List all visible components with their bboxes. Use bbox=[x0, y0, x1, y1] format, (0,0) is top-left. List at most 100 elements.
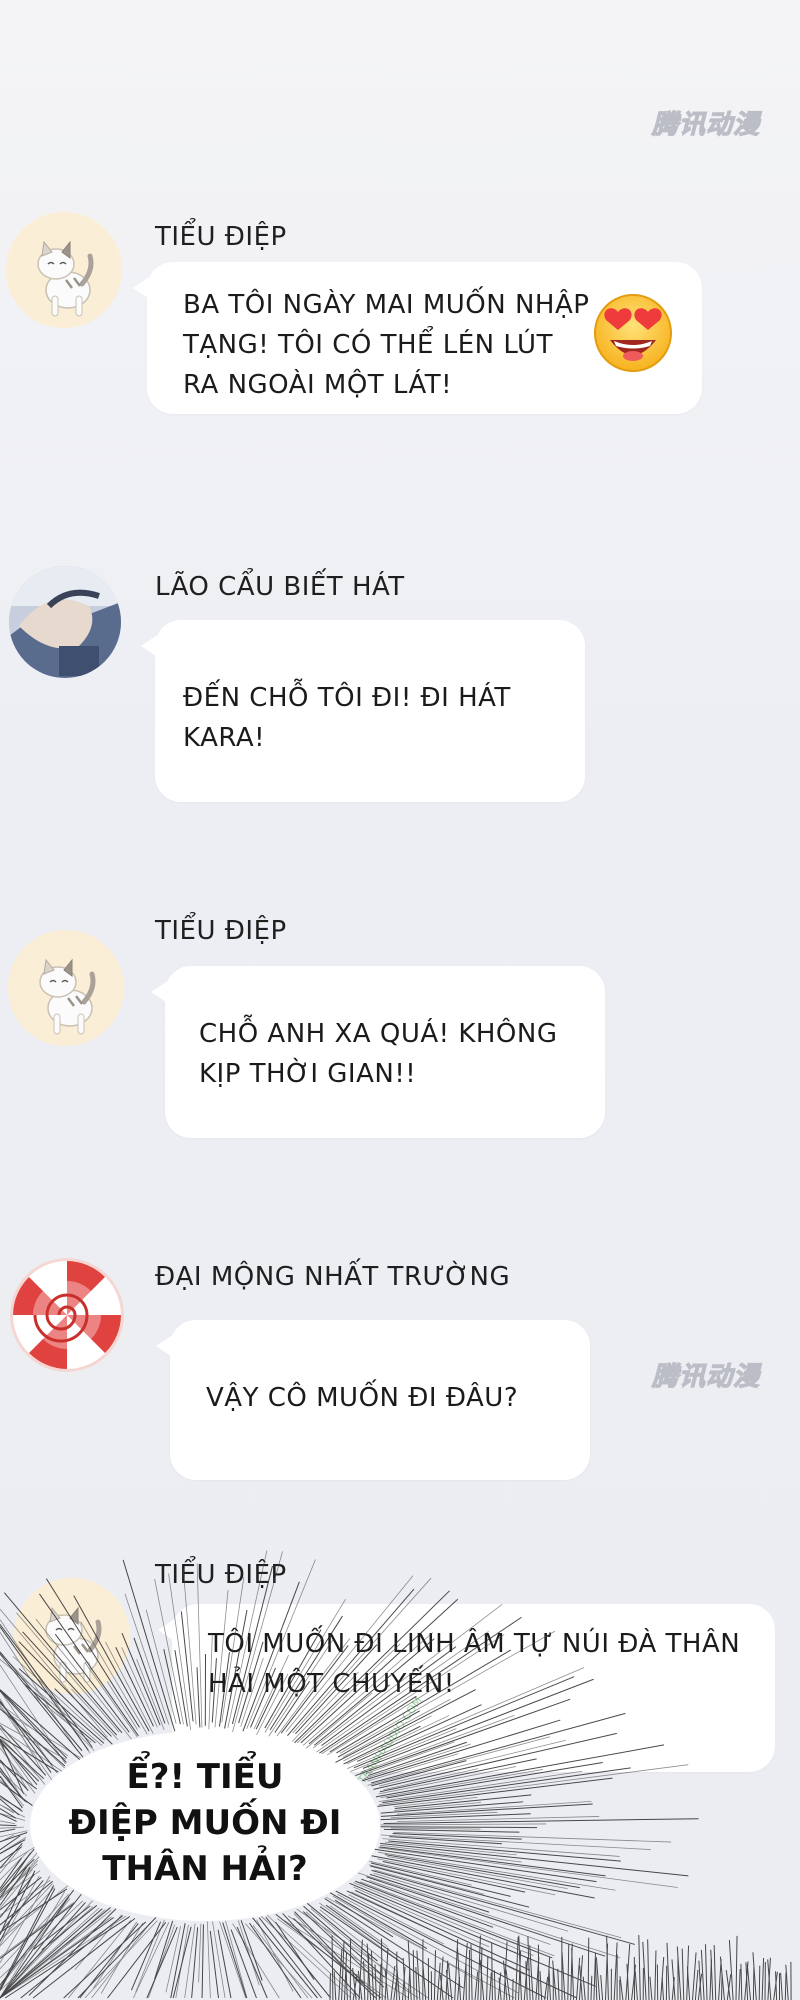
burst-spike bbox=[746, 1962, 748, 2000]
burst-spike bbox=[276, 1914, 381, 1998]
burst-spike bbox=[506, 1970, 510, 2000]
burst-spike bbox=[364, 1961, 365, 2000]
burst-spike bbox=[0, 1892, 65, 1998]
burst-spike bbox=[661, 1957, 664, 2000]
burst-spike bbox=[572, 1948, 574, 2000]
burst-spike bbox=[393, 1834, 522, 1840]
burst-spike bbox=[0, 1849, 34, 1891]
burst-spike bbox=[699, 1961, 701, 2000]
burst-spike bbox=[0, 1805, 14, 1814]
burst-spike bbox=[375, 1964, 376, 2000]
burst-spike bbox=[0, 1841, 21, 1853]
burst-spike bbox=[403, 1967, 406, 2000]
burst-spike bbox=[353, 1882, 533, 1955]
burst-spike bbox=[381, 1804, 593, 1816]
burst-spike bbox=[377, 1859, 555, 1895]
burst-spike bbox=[596, 1957, 599, 2000]
burst-spike bbox=[383, 1839, 620, 1857]
burst-spike bbox=[0, 1874, 34, 1917]
message-text: BA TÔI NGÀY MAI MUỐN NHẬP TẠNG! TÔI CÓ T… bbox=[183, 285, 589, 405]
burst-spike bbox=[330, 1906, 388, 1947]
burst-spike bbox=[173, 1927, 191, 1998]
burst-spike bbox=[134, 1638, 165, 1724]
burst-spike bbox=[394, 1797, 478, 1806]
burst-spike bbox=[786, 1965, 788, 2000]
burst-spike bbox=[0, 1742, 39, 1781]
burst-spike bbox=[366, 1877, 605, 1956]
burst-spike bbox=[185, 1924, 195, 1998]
burst-spike bbox=[446, 1961, 448, 2000]
burst-spike bbox=[403, 1958, 405, 2000]
burst-spike bbox=[0, 1782, 32, 1806]
burst-spike bbox=[80, 1923, 138, 1998]
burst-spike bbox=[21, 1916, 123, 1998]
burst-spike bbox=[29, 1909, 116, 1996]
burst-spike bbox=[568, 1944, 569, 2000]
burst-spike bbox=[650, 1977, 652, 2000]
photo-avatar[interactable] bbox=[9, 566, 121, 678]
burst-spike bbox=[375, 1849, 597, 1881]
burst-spike bbox=[397, 1801, 592, 1814]
cat-avatar[interactable] bbox=[8, 930, 124, 1046]
burst-spike bbox=[548, 1957, 550, 2000]
burst-spike bbox=[672, 1977, 674, 2000]
burst-spike bbox=[498, 1972, 501, 2000]
burst-spike bbox=[747, 1964, 750, 2000]
lollipop-icon bbox=[10, 1258, 124, 1372]
burst-spike bbox=[389, 1837, 502, 1844]
burst-spike bbox=[620, 1976, 623, 2000]
burst-spike bbox=[34, 1906, 90, 1949]
burst-spike bbox=[75, 1915, 122, 1970]
burst-spike bbox=[0, 1890, 74, 1985]
burst-spike bbox=[339, 1949, 342, 2000]
burst-spike bbox=[457, 1948, 460, 2000]
burst-spike bbox=[5, 1917, 130, 1998]
burst-spike bbox=[0, 1796, 23, 1812]
burst-spike bbox=[0, 1725, 46, 1775]
burst-spike bbox=[0, 1837, 26, 1853]
burst-spike bbox=[92, 1923, 151, 1998]
burst-spike bbox=[374, 1870, 621, 1938]
burst-spike bbox=[122, 1647, 158, 1727]
burst-spike bbox=[335, 1900, 393, 1937]
burst-spike bbox=[294, 1912, 363, 1983]
burst-spike bbox=[0, 1856, 39, 1899]
burst-spike bbox=[332, 1935, 333, 2000]
burst-spike bbox=[0, 1877, 41, 1910]
burst-spike bbox=[0, 1903, 74, 1958]
burst-spike bbox=[0, 1740, 37, 1785]
burst-spike bbox=[107, 1682, 137, 1730]
burst-spike bbox=[136, 1920, 165, 1992]
burst-spike bbox=[385, 1855, 580, 1888]
burst-spike bbox=[385, 1948, 388, 2000]
burst-spike bbox=[677, 1947, 681, 2000]
burst-spike bbox=[176, 1925, 189, 1998]
burst-spike bbox=[632, 1965, 636, 2000]
cat-avatar[interactable] bbox=[14, 1578, 130, 1694]
burst-spike bbox=[288, 1916, 418, 1998]
lollipop-avatar[interactable] bbox=[10, 1258, 124, 1372]
burst-spike bbox=[358, 1873, 620, 1958]
burst-spike bbox=[0, 1809, 16, 1819]
burst-spike bbox=[682, 1949, 684, 2000]
burst-spike bbox=[0, 1908, 99, 1998]
burst-spike bbox=[233, 1924, 280, 1998]
burst-spike bbox=[0, 1880, 43, 1932]
cat-avatar[interactable] bbox=[6, 212, 122, 328]
burst-spike bbox=[381, 1827, 537, 1828]
burst-spike bbox=[416, 1967, 417, 2000]
cat-icon bbox=[14, 1578, 130, 1694]
burst-spike bbox=[155, 1921, 173, 1979]
burst-spike bbox=[338, 1894, 519, 1993]
burst-spike bbox=[719, 1959, 722, 2000]
burst-spike bbox=[353, 1968, 356, 2000]
burst-spike bbox=[591, 1976, 592, 2000]
burst-spike bbox=[277, 1918, 386, 1998]
burst-spike bbox=[370, 1866, 529, 1907]
burst-spike bbox=[0, 1885, 54, 1989]
burst-spike bbox=[0, 1918, 114, 1998]
burst-spike bbox=[0, 1902, 74, 1957]
burst-spike bbox=[0, 1864, 37, 1897]
burst-spike bbox=[345, 1952, 347, 2000]
burst-spike bbox=[524, 1957, 527, 2000]
